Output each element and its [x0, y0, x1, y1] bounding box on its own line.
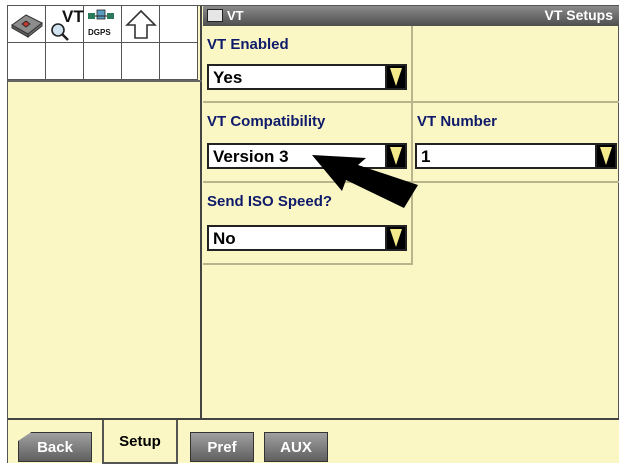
send-iso-speed-dropdown[interactable]: No: [207, 225, 407, 251]
vt-number-value: 1: [421, 147, 431, 166]
send-iso-speed-cell: Send ISO Speed? No: [203, 183, 413, 265]
title-bar: VT VT Setups: [203, 6, 619, 26]
tab-setup[interactable]: Setup: [102, 420, 178, 464]
window-title: VT: [227, 8, 244, 23]
vt-enabled-value: Yes: [213, 68, 243, 87]
chevron-down-icon[interactable]: [595, 145, 615, 167]
tab-bar: Back Setup Pref AUX: [8, 418, 619, 464]
vt-compatibility-cell: VT Compatibility Version 3: [203, 103, 413, 183]
dgps-icon-text: DGPS: [88, 28, 111, 37]
send-iso-speed-label: Send ISO Speed?: [207, 193, 333, 210]
vt-number-cell: VT Number 1: [413, 103, 619, 183]
magnifier-icon: [51, 23, 69, 41]
dgps-satellite-icon: [88, 9, 114, 20]
vt-enabled-dropdown[interactable]: Yes: [207, 64, 407, 90]
page-title: VT Setups: [544, 7, 613, 23]
shortcut-slot-empty-4[interactable]: [84, 43, 122, 80]
tab-aux[interactable]: AUX: [264, 432, 328, 462]
vt-window-icon: [207, 9, 223, 22]
vt-screen: VT DGPS VT VT Setups VT Enabled Yes VT C…: [7, 5, 619, 464]
up-arrow-icon: [124, 9, 157, 39]
vt-compatibility-label: VT Compatibility: [207, 113, 326, 130]
shortcut-slot-book[interactable]: [8, 6, 46, 43]
tab-pref[interactable]: Pref: [190, 432, 254, 462]
send-iso-speed-value: No: [213, 229, 236, 248]
chevron-down-icon[interactable]: [385, 66, 405, 88]
shortcut-slot-empty-5[interactable]: [122, 43, 160, 80]
shortcut-slot-vt[interactable]: VT: [46, 6, 84, 43]
vt-setup-panel: VT Enabled Yes VT Compatibility Version …: [203, 26, 619, 418]
shortcut-slot-up[interactable]: [122, 6, 160, 43]
shortcut-slot-empty-6[interactable]: [160, 43, 198, 80]
shortcut-slot-empty-3[interactable]: [46, 43, 84, 80]
shortcut-slot-empty-1[interactable]: [160, 6, 198, 43]
book-diamond-icon: [10, 14, 43, 39]
shortcut-icon-grid: VT DGPS: [8, 6, 202, 82]
chevron-down-icon[interactable]: [385, 145, 405, 167]
back-button[interactable]: Back: [18, 432, 92, 462]
vt-compatibility-dropdown[interactable]: Version 3: [207, 143, 407, 169]
vt-number-dropdown[interactable]: 1: [415, 143, 617, 169]
vt-compatibility-value: Version 3: [213, 147, 289, 166]
vt-enabled-cell: VT Enabled Yes: [203, 26, 413, 103]
shortcut-slot-dgps[interactable]: DGPS: [84, 6, 122, 43]
vt-number-label: VT Number: [417, 113, 498, 130]
shortcut-panel: VT DGPS: [8, 6, 202, 418]
vt-enabled-label: VT Enabled: [207, 36, 289, 53]
empty-cell: [413, 26, 619, 103]
chevron-down-icon[interactable]: [385, 227, 405, 249]
shortcut-slot-empty-2[interactable]: [8, 43, 46, 80]
